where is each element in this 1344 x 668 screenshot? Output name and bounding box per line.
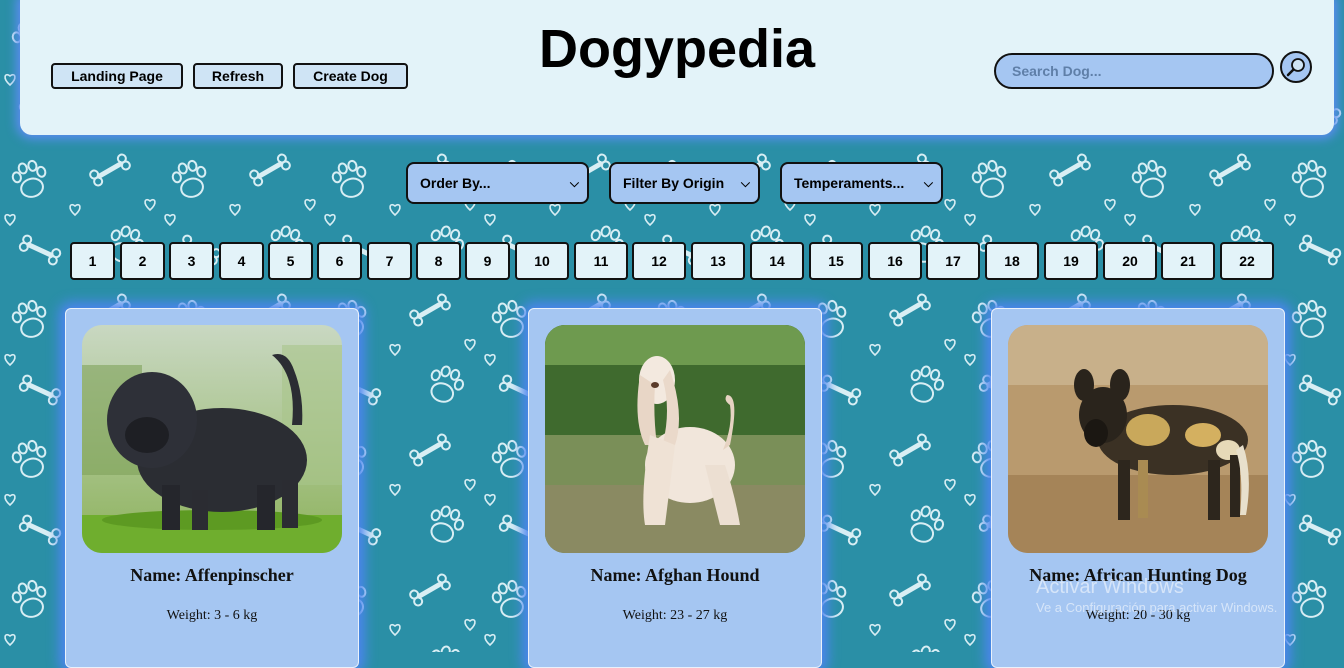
page-button-8[interactable]: 8 bbox=[416, 242, 461, 280]
filter-by-origin-label: Filter By Origin bbox=[623, 175, 725, 191]
page-button-17[interactable]: 17 bbox=[926, 242, 980, 280]
page-button-22[interactable]: 22 bbox=[1220, 242, 1274, 280]
header-bar: Landing Page Refresh Create Dog Dogypedi… bbox=[20, 0, 1334, 135]
dog-weight: Weight: 3 - 6 kg bbox=[166, 608, 258, 623]
page-button-1[interactable]: 1 bbox=[70, 242, 115, 280]
dog-photo bbox=[545, 325, 805, 553]
page-button-4[interactable]: 4 bbox=[219, 242, 264, 280]
chevron-down-icon: ⌵ bbox=[923, 175, 933, 190]
dog-weight: Weight: 23 - 27 kg bbox=[622, 608, 728, 623]
page-button-9[interactable]: 9 bbox=[465, 242, 510, 280]
dog-card[interactable]: Name: Afghan Hound Weight: 23 - 27 kg bbox=[528, 308, 822, 668]
temperaments-label: Temperaments... bbox=[794, 175, 905, 191]
page-button-15[interactable]: 15 bbox=[809, 242, 863, 280]
page-button-6[interactable]: 6 bbox=[317, 242, 362, 280]
dog-photo bbox=[1008, 325, 1268, 553]
page-button-7[interactable]: 7 bbox=[367, 242, 412, 280]
page-button-10[interactable]: 10 bbox=[515, 242, 569, 280]
dog-weight: Weight: 20 - 30 kg bbox=[1085, 608, 1191, 623]
dog-card[interactable]: Name: African Hunting Dog Weight: 20 - 3… bbox=[991, 308, 1285, 668]
dog-card[interactable]: Name: Affenpinscher Weight: 3 - 6 kg bbox=[65, 308, 359, 668]
page-button-2[interactable]: 2 bbox=[120, 242, 165, 280]
page-button-14[interactable]: 14 bbox=[750, 242, 804, 280]
page-button-5[interactable]: 5 bbox=[268, 242, 313, 280]
order-by-select[interactable]: Order By... ⌵ bbox=[406, 162, 589, 204]
page-button-18[interactable]: 18 bbox=[985, 242, 1039, 280]
page-button-20[interactable]: 20 bbox=[1103, 242, 1157, 280]
chevron-down-icon: ⌵ bbox=[569, 175, 579, 190]
temperaments-select[interactable]: Temperaments... ⌵ bbox=[780, 162, 943, 204]
dog-name: Name: Affenpinscher bbox=[130, 565, 294, 585]
search-button[interactable] bbox=[1280, 51, 1312, 83]
page-button-19[interactable]: 19 bbox=[1044, 242, 1098, 280]
page-button-12[interactable]: 12 bbox=[632, 242, 686, 280]
search-icon bbox=[1286, 58, 1305, 77]
filter-by-origin-select[interactable]: Filter By Origin ⌵ bbox=[609, 162, 760, 204]
page-button-21[interactable]: 21 bbox=[1161, 242, 1215, 280]
order-by-label: Order By... bbox=[420, 175, 491, 191]
dog-photo bbox=[82, 325, 342, 553]
page-button-13[interactable]: 13 bbox=[691, 242, 745, 280]
page-button-3[interactable]: 3 bbox=[169, 242, 214, 280]
page-button-16[interactable]: 16 bbox=[868, 242, 922, 280]
chevron-down-icon: ⌵ bbox=[740, 175, 750, 190]
page-button-11[interactable]: 11 bbox=[574, 242, 628, 280]
search-input[interactable] bbox=[994, 53, 1274, 89]
dog-name: Name: Afghan Hound bbox=[590, 565, 760, 585]
dog-name: Name: African Hunting Dog bbox=[1029, 565, 1247, 585]
